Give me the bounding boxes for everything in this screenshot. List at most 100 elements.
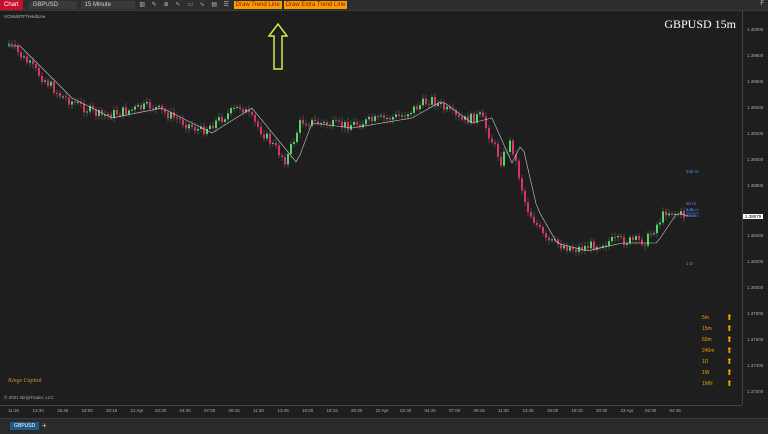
candle-body (137, 104, 139, 107)
candle-body (569, 247, 571, 251)
candle-body (611, 236, 613, 242)
draw-extra-trend-line-button[interactable]: Draw Extra Trend Line (283, 1, 348, 9)
candle-body (290, 143, 292, 155)
candle-body (377, 116, 379, 118)
mtf-timeframe-label: 1D (702, 359, 709, 365)
candle-body (347, 122, 349, 130)
candle-body (416, 106, 418, 110)
candle-body (482, 112, 484, 117)
candle-body (257, 121, 259, 127)
tab-gbpusd[interactable]: GBPUSD (10, 422, 40, 430)
mtf-timeframe-label: 15m (702, 326, 712, 332)
candle-body (65, 96, 67, 98)
candle-body (671, 213, 673, 216)
f-button[interactable]: F (760, 1, 764, 7)
zoom-icon[interactable]: ⊕ (162, 1, 171, 9)
candle-body (215, 120, 217, 129)
candle-body (14, 44, 16, 46)
draw-tool-icon[interactable]: ✎ (150, 1, 159, 9)
candle-body (338, 120, 340, 122)
time-label: 13:30 (32, 408, 44, 413)
candle-body (38, 67, 40, 76)
candle-body (50, 81, 52, 86)
candle-body (374, 116, 376, 122)
candle-body (500, 156, 502, 166)
level-tag-240m: 240 m (686, 169, 699, 174)
time-axis[interactable]: 11:15 13:30 15:45 18:00 20:15 21 Apr 02:30 04:4… (0, 405, 742, 418)
candle-body (539, 224, 541, 227)
candle-body (233, 107, 235, 109)
price-label: 1.39800 (747, 53, 764, 58)
mtf-row: 1MN ⬆ (700, 379, 740, 390)
candle-body (11, 43, 13, 45)
indicator-icon[interactable]: ∿ (198, 1, 207, 9)
candle-body (275, 142, 277, 146)
candle-body (356, 121, 358, 125)
price-label: 1.38200 (747, 259, 764, 264)
candle-body (194, 127, 196, 131)
candle-body (68, 97, 70, 105)
candle-body (44, 80, 46, 82)
mtf-row: 1D ⬆ (700, 357, 740, 368)
candle-body (419, 105, 421, 110)
up-arrow-icon: ⬆ (726, 368, 733, 377)
candle-body (149, 101, 151, 109)
candle-body (269, 133, 271, 144)
timeframe-selector[interactable]: 15 Minute (80, 1, 135, 9)
candle-body (485, 116, 487, 128)
bars-icon[interactable]: ▥ (138, 1, 147, 9)
candle-body (266, 133, 268, 139)
instrument-selector[interactable]: GBPUSD (28, 1, 77, 9)
candle-body (440, 103, 442, 105)
candle-body (362, 124, 364, 128)
candle-body (590, 241, 592, 249)
time-label: 11:30 (253, 408, 264, 413)
candle-body (287, 154, 289, 165)
candle-body (575, 249, 577, 252)
candle-body (23, 56, 25, 58)
candle-body (644, 244, 646, 246)
candle-body (242, 109, 244, 113)
candle-body (209, 125, 211, 130)
mtf-row: 5m ⬆ (700, 313, 740, 324)
time-label: 04:45 (669, 408, 681, 413)
properties-icon[interactable]: ☰ (222, 1, 231, 9)
candle-body (251, 112, 253, 115)
plus-icon[interactable]: + (42, 421, 47, 430)
time-label: 04:45 (179, 408, 191, 413)
candle-body (116, 109, 118, 115)
time-label: 02:30 (645, 408, 657, 413)
candle-body (386, 117, 388, 119)
multi-timeframe-table: 5m ⬆ 15m ⬆ 60m ⬆ 240m ⬆ 1D ⬆ 1W ⬆ 1MN ⬆ (700, 313, 740, 390)
mtf-row: 240m ⬆ (700, 346, 740, 357)
copyright-text: © 2021 NinjaTrader, LLC (4, 395, 54, 400)
candle-body (422, 98, 424, 106)
time-label: 15:45 (57, 408, 69, 413)
mtf-timeframe-label: 240m (702, 348, 715, 354)
candle-body (365, 119, 367, 125)
price-chart[interactable] (0, 11, 742, 405)
candle-body (167, 112, 169, 119)
up-arrow-icon: ⬆ (726, 346, 733, 355)
candle-body (77, 101, 79, 103)
candle-body (83, 103, 85, 113)
candle-body (392, 116, 394, 120)
chart-menu-button[interactable]: Chart (0, 0, 23, 10)
candle-body (122, 107, 124, 116)
candle-body (212, 125, 214, 129)
candle-body (518, 160, 520, 179)
mtf-row: 60m ⬆ (700, 335, 740, 346)
candle-body (638, 236, 640, 240)
template-icon[interactable]: ▤ (210, 1, 219, 9)
candle-body (128, 110, 130, 115)
candle-body (650, 233, 652, 235)
strategy-icon[interactable]: ▭ (186, 1, 195, 9)
candle-body (41, 75, 43, 82)
pointer-icon[interactable]: ↖ (174, 1, 183, 9)
tab-bar: GBPUSD + (0, 418, 768, 434)
time-label: 13:45 (277, 408, 289, 413)
price-axis[interactable]: 1.40000 1.39800 1.39600 1.39400 1.39200 … (742, 11, 768, 405)
time-label: 02:30 (400, 408, 412, 413)
candle-body (617, 236, 619, 238)
draw-trend-line-button[interactable]: Draw Trend Line (233, 1, 282, 9)
